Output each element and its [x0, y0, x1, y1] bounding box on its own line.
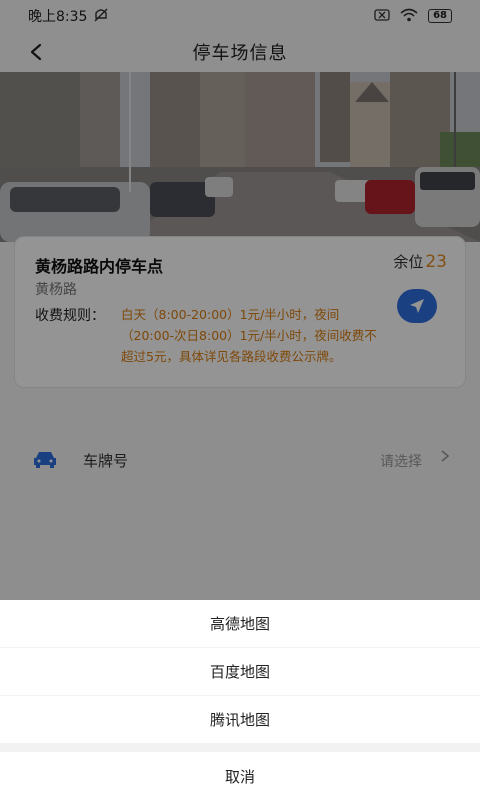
- cancel-button[interactable]: 取消: [0, 752, 480, 800]
- option-amap[interactable]: 高德地图: [0, 600, 480, 647]
- map-choice-sheet: 高德地图 百度地图 腾讯地图 取消: [0, 600, 480, 800]
- option-tencent-map[interactable]: 腾讯地图: [0, 696, 480, 743]
- option-baidu-map[interactable]: 百度地图: [0, 648, 480, 695]
